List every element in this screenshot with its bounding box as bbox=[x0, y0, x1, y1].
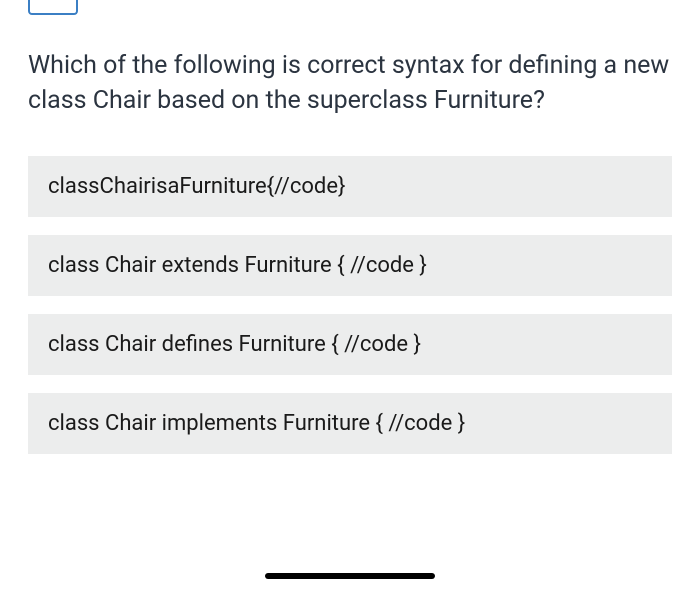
content-area: Which of the following is correct syntax… bbox=[0, 0, 700, 454]
answer-option-1[interactable]: classChairisaFurniture{//code} bbox=[28, 156, 672, 217]
question-text: Which of the following is correct syntax… bbox=[28, 48, 672, 118]
answer-option-4[interactable]: class Chair implements Furniture { //cod… bbox=[28, 393, 672, 454]
top-nav-marker bbox=[28, 0, 78, 15]
home-indicator[interactable] bbox=[265, 573, 435, 579]
answer-option-3[interactable]: class Chair defines Furniture { //code } bbox=[28, 314, 672, 375]
answer-option-2[interactable]: class Chair extends Furniture { //code } bbox=[28, 235, 672, 296]
